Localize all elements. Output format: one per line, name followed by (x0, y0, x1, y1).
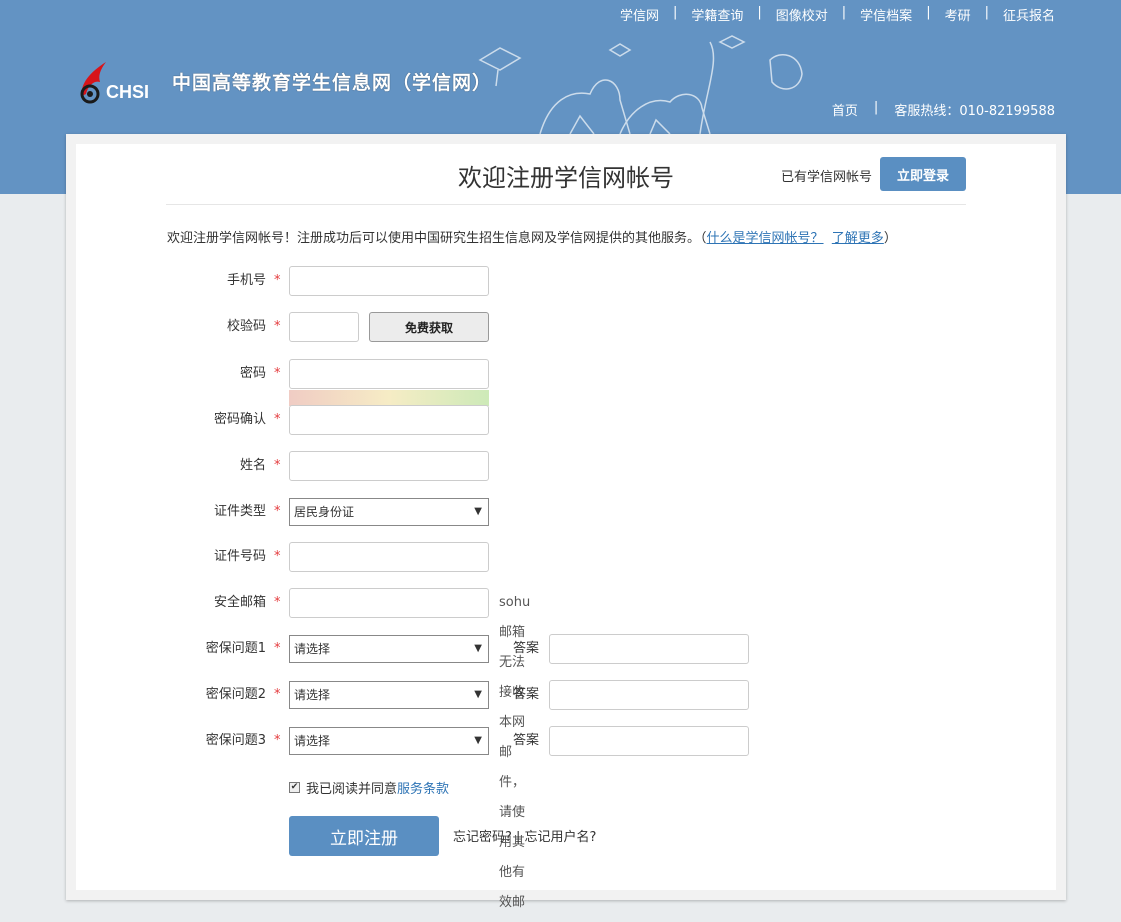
agree-text: 我已阅读并同意 (306, 782, 398, 797)
security-question-1-select[interactable]: 请选择 ▼ (289, 635, 489, 663)
security-question-3-select[interactable]: 请选择 ▼ (289, 727, 489, 755)
topnav-kaoyan[interactable]: 考研 (945, 5, 971, 24)
answer-3-label: 答案 (512, 733, 539, 748)
id-number-input[interactable] (289, 542, 489, 572)
required-mark: * (274, 273, 281, 288)
phone-input[interactable] (289, 266, 489, 296)
learn-more-link[interactable]: 了解更多 (832, 231, 884, 246)
required-mark: * (274, 687, 281, 702)
graduation-illustration (478, 35, 803, 134)
password-label: 密码 (239, 366, 266, 381)
required-mark: * (274, 319, 281, 334)
required-mark: * (274, 366, 281, 381)
answer-2-input[interactable] (549, 680, 749, 710)
get-captcha-button[interactable]: 免费获取 (369, 312, 489, 342)
topnav-xueji[interactable]: 学籍查询 (691, 5, 743, 24)
answer-1-label: 答案 (512, 641, 539, 656)
password-confirm-input[interactable] (289, 405, 489, 435)
password-confirm-label: 密码确认 (213, 412, 266, 427)
security-question-2-select[interactable]: 请选择 ▼ (289, 681, 489, 709)
id-type-value: 居民身份证 (294, 505, 355, 519)
phone-label: 手机号 (226, 273, 266, 288)
dropdown-arrow-icon: ▼ (474, 643, 482, 654)
register-card: 欢迎注册学信网帐号 已有学信网帐号 立即登录 欢迎注册学信网帐号！注册成功后可以… (76, 144, 1056, 910)
content-frame: 欢迎注册学信网帐号 已有学信网帐号 立即登录 欢迎注册学信网帐号！注册成功后可以… (66, 134, 1066, 910)
name-input[interactable] (289, 451, 489, 481)
topnav-image-check[interactable]: 图像校对 (776, 5, 828, 24)
id-type-label: 证件类型 (213, 504, 266, 519)
required-mark: * (274, 641, 281, 656)
terms-link[interactable]: 服务条款 (397, 778, 449, 797)
required-mark: * (274, 504, 281, 519)
chsi-logo-icon: CHSI (76, 58, 162, 104)
required-mark: * (274, 595, 281, 610)
answer-3-input[interactable] (549, 726, 749, 756)
what-is-account-link[interactable]: 什么是学信网帐号？ (707, 231, 824, 246)
divider (166, 204, 966, 205)
home-link[interactable]: 首页 (832, 100, 858, 119)
topnav-archive[interactable]: 学信档案 (860, 5, 912, 24)
agree-checkbox[interactable]: ✔ (289, 782, 300, 793)
captcha-input[interactable] (289, 312, 359, 342)
sub-nav: 首页 | 客服热线：010-82199588 (831, 100, 1055, 119)
name-label: 姓名 (239, 458, 266, 473)
id-type-select[interactable]: 居民身份证 ▼ (289, 498, 489, 526)
svg-text:CHSI: CHSI (106, 82, 149, 102)
id-number-label: 证件号码 (213, 549, 266, 564)
login-button[interactable]: 立即登录 (880, 157, 966, 191)
site-name: 中国高等教育学生信息网（学信网） (172, 71, 493, 94)
answer-2-label: 答案 (512, 687, 539, 702)
intro-text: 欢迎注册学信网帐号！注册成功后可以使用中国研究生招生信息网及学信网提供的其他服务… (167, 231, 897, 246)
email-label: 安全邮箱 (213, 595, 266, 610)
forgot-links[interactable]: 忘记密码? | 忘记用户名? (453, 826, 596, 845)
has-account-text: 已有学信网帐号 (780, 170, 872, 185)
site-logo[interactable]: CHSI 中国高等教育学生信息网（学信网） (76, 58, 492, 104)
topnav-xuexin[interactable]: 学信网 (620, 5, 659, 24)
register-submit-button[interactable]: 立即注册 (289, 816, 439, 856)
security-question-1-label: 密保问题1 (205, 641, 266, 656)
security-question-3-label: 密保问题3 (205, 733, 266, 748)
required-mark: * (274, 412, 281, 427)
agree-terms: ✔ 我已阅读并同意 服务条款 (289, 778, 449, 797)
dropdown-arrow-icon: ▼ (474, 689, 482, 700)
dropdown-arrow-icon: ▼ (474, 506, 482, 517)
required-mark: * (274, 733, 281, 748)
password-input[interactable] (289, 359, 489, 389)
dropdown-arrow-icon: ▼ (474, 735, 482, 746)
top-nav: 学信网 | 学籍查询 | 图像校对 | 学信档案 | 考研 | 征兵报名 (619, 5, 1055, 24)
required-mark: * (274, 549, 281, 564)
hotline-text: 客服热线：010-82199588 (894, 104, 1055, 119)
security-question-2-label: 密保问题2 (205, 687, 266, 702)
password-strength-bar (289, 390, 489, 406)
answer-1-input[interactable] (549, 634, 749, 664)
captcha-label: 校验码 (226, 319, 266, 334)
required-mark: * (274, 458, 281, 473)
topnav-zhengbing[interactable]: 征兵报名 (1003, 5, 1055, 24)
email-input[interactable] (289, 588, 489, 618)
